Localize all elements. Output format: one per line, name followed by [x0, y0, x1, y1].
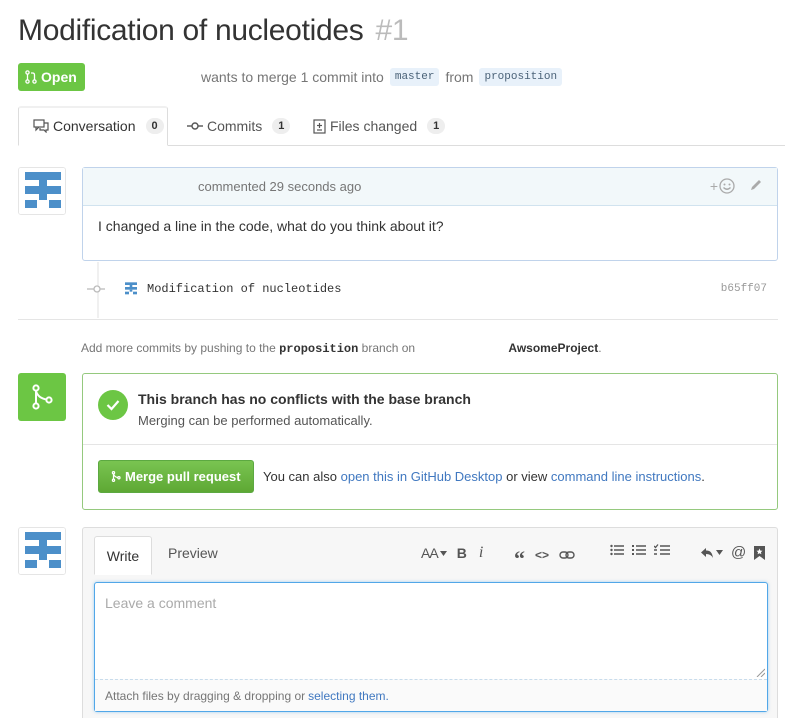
- tab-conversation[interactable]: Conversation 0: [33, 118, 164, 134]
- merge-status-icon: [18, 373, 66, 421]
- commit-sha[interactable]: b65ff07: [721, 283, 767, 295]
- comment-editor: Attach files by dragging & dropping or s…: [94, 582, 768, 712]
- resize-handle-icon[interactable]: [755, 667, 765, 677]
- quote-button[interactable]: “: [514, 544, 525, 570]
- merge-note-prefix: You can also: [263, 469, 337, 484]
- pencil-icon[interactable]: [749, 178, 763, 192]
- tab-label: Commits: [207, 118, 263, 134]
- italic-button[interactable]: i: [479, 544, 483, 562]
- unordered-list-icon[interactable]: [610, 544, 624, 556]
- check-icon: [98, 390, 128, 420]
- commit-author-avatar[interactable]: [123, 281, 139, 297]
- merge-subtitle: Merging can be performed automatically.: [138, 413, 373, 428]
- tab-counter: 1: [272, 118, 291, 134]
- pr-number: #1: [375, 14, 409, 47]
- merge-title: This branch has no conflicts with the ba…: [138, 391, 471, 407]
- select-files-link[interactable]: selecting them.: [308, 689, 389, 703]
- code-button[interactable]: <>: [535, 548, 549, 562]
- pull-request-icon: [25, 70, 37, 84]
- tab-commits[interactable]: Commits 1: [187, 118, 291, 134]
- push-note-branch: proposition: [279, 342, 359, 356]
- base-branch[interactable]: master: [389, 68, 440, 86]
- bold-button[interactable]: B: [457, 545, 467, 561]
- git-merge-icon: [32, 384, 53, 410]
- comment-discussion-icon: [33, 119, 49, 133]
- comment-box: commented 29 seconds ago + I changed a l…: [82, 167, 778, 261]
- caret-icon: [439, 550, 447, 556]
- tab-counter: 0: [145, 118, 164, 134]
- plus-text: +: [709, 178, 718, 194]
- status-label: Open: [41, 69, 77, 85]
- attach-prefix: Attach files by dragging & dropping or: [105, 688, 306, 703]
- push-note: Add more commits by pushing to the propo…: [81, 341, 602, 356]
- merge-button-label: Merge pull request: [125, 469, 241, 484]
- reply-icon: [701, 547, 713, 558]
- merge-note-middle: or view: [506, 469, 548, 484]
- heading-label: AA: [421, 545, 439, 561]
- tab-label: Files changed: [330, 118, 418, 134]
- git-commit-icon: [187, 122, 203, 130]
- merge-note: You can also open this in GitHub Desktop…: [263, 469, 705, 484]
- tab-label: Conversation: [53, 118, 136, 134]
- comment-actions: +: [710, 178, 763, 194]
- merge-note-suffix: .: [701, 469, 705, 484]
- task-list-icon[interactable]: [654, 544, 670, 556]
- format-toolbar-text: AA B i: [421, 544, 483, 562]
- timeline-divider: [18, 319, 778, 320]
- smiley-icon: [719, 178, 735, 194]
- caret-icon: [716, 550, 723, 555]
- commit-message[interactable]: Modification of nucleotides: [147, 282, 341, 296]
- comment-header: commented 29 seconds ago +: [83, 168, 777, 206]
- pr-title-row: Modification of nucleotides #1: [18, 14, 409, 48]
- ordered-list-icon[interactable]: [632, 544, 646, 556]
- push-note-repo[interactable]: AwsomeProject: [508, 341, 598, 355]
- tab-write[interactable]: Write: [94, 536, 152, 575]
- merge-status: This branch has no conflicts with the ba…: [83, 374, 777, 445]
- meta-text: wants to merge 1 commit into: [201, 69, 384, 85]
- commit-row: Modification of nucleotides b65ff07: [87, 281, 777, 297]
- heading-button[interactable]: AA: [421, 545, 447, 561]
- tab-counter: 1: [427, 118, 446, 134]
- bookmark-icon[interactable]: [754, 545, 766, 560]
- git-commit-icon: [87, 285, 105, 293]
- comment-timestamp[interactable]: commented 29 seconds ago: [198, 179, 361, 194]
- mention-button[interactable]: @: [731, 544, 746, 561]
- identicon: [19, 528, 65, 574]
- tab-preview[interactable]: Preview: [168, 545, 218, 561]
- format-toolbar-insert: “ <>: [514, 544, 575, 570]
- push-note-middle: branch on: [361, 341, 416, 355]
- command-line-link[interactable]: command line instructions: [551, 469, 701, 484]
- reply-button[interactable]: [700, 547, 723, 559]
- add-reaction-button[interactable]: +: [710, 178, 735, 194]
- attach-bar[interactable]: Attach files by dragging & dropping or s…: [95, 679, 767, 711]
- link-icon[interactable]: [559, 549, 575, 561]
- identicon: [19, 168, 65, 214]
- pr-title: Modification of nucleotides: [18, 14, 364, 47]
- push-note-suffix: .: [598, 341, 602, 355]
- from-text: from: [445, 69, 474, 85]
- comment-body: I changed a line in the code, what do yo…: [98, 218, 444, 234]
- avatar[interactable]: [18, 167, 66, 215]
- push-note-prefix: Add more commits by pushing to the: [81, 341, 276, 355]
- open-desktop-link[interactable]: open this in GitHub Desktop: [341, 469, 503, 484]
- avatar[interactable]: [18, 527, 66, 575]
- status-badge: Open: [18, 63, 85, 91]
- pr-meta: wants to merge 1 commit into master from…: [201, 68, 563, 86]
- comment-textarea[interactable]: [95, 583, 767, 681]
- format-toolbar-lists: [610, 544, 670, 556]
- tab-files-changed[interactable]: Files changed 1: [313, 118, 446, 134]
- comment-composer: Write Preview AA B i “ <> @ Attach files…: [82, 527, 778, 718]
- file-diff-icon: [313, 118, 326, 134]
- head-branch[interactable]: proposition: [479, 68, 563, 86]
- merge-box: This branch has no conflicts with the ba…: [82, 373, 778, 510]
- merge-pull-request-button[interactable]: Merge pull request: [98, 460, 254, 493]
- git-merge-icon: [111, 471, 121, 482]
- format-toolbar-extra: @: [700, 544, 766, 561]
